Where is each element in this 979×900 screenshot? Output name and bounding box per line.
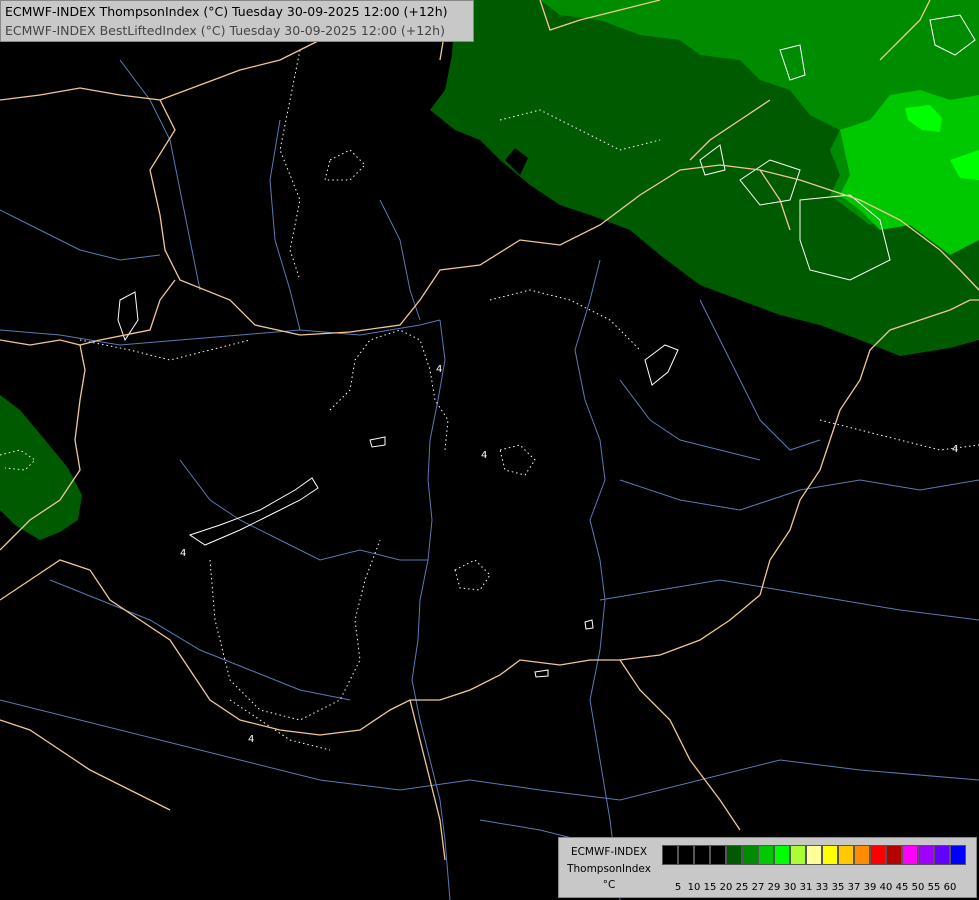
legend-parameter: ThompsonIndex [567, 863, 651, 875]
legend-swatch [790, 845, 806, 865]
legend-unit: °C [602, 879, 616, 891]
legend-swatch [710, 845, 726, 865]
legend-swatch [726, 845, 742, 865]
map-title-box: ECMWF-INDEX ThompsonIndex (°C) Tuesday 3… [0, 0, 474, 42]
contour-label: 4 [436, 364, 442, 375]
legend-swatch [758, 845, 774, 865]
legend-tick-label: 60 [943, 882, 957, 893]
map-title-primary: ECMWF-INDEX ThompsonIndex (°C) Tuesday 3… [5, 4, 448, 19]
contour-label: 4 [248, 734, 254, 745]
weather-map[interactable]: 4 4 4 4 4 [0, 0, 979, 900]
legend-swatch [662, 845, 678, 865]
legend-swatch [854, 845, 870, 865]
legend-swatch [870, 845, 886, 865]
legend-swatch [774, 845, 790, 865]
legend-swatch [822, 845, 838, 865]
legend-model: ECMWF-INDEX [570, 846, 648, 858]
contour-labels: 4 4 4 4 4 [180, 364, 958, 745]
legend-swatch [806, 845, 822, 865]
legend-swatch [886, 845, 902, 865]
legend-swatch [950, 845, 966, 865]
index-area-left [0, 395, 82, 540]
map-viewer: 4 4 4 4 4 ECMWF-INDEX ThompsonIndex (°C)… [0, 0, 979, 900]
contour-label: 4 [180, 548, 186, 559]
legend-swatch [918, 845, 934, 865]
legend-swatch [694, 845, 710, 865]
legend-swatch [678, 845, 694, 865]
contour-label: 4 [481, 450, 487, 461]
legend-swatch [902, 845, 918, 865]
contour-label: 4 [952, 444, 958, 455]
legend-swatch [934, 845, 950, 865]
map-title-secondary: ECMWF-INDEX BestLiftedIndex (°C) Tuesday… [5, 23, 445, 38]
color-legend: ECMWF-INDEX ThompsonIndex °C 5 10 15 20 25 27… [558, 837, 977, 898]
legend-swatch [838, 845, 854, 865]
legend-swatch [742, 845, 758, 865]
